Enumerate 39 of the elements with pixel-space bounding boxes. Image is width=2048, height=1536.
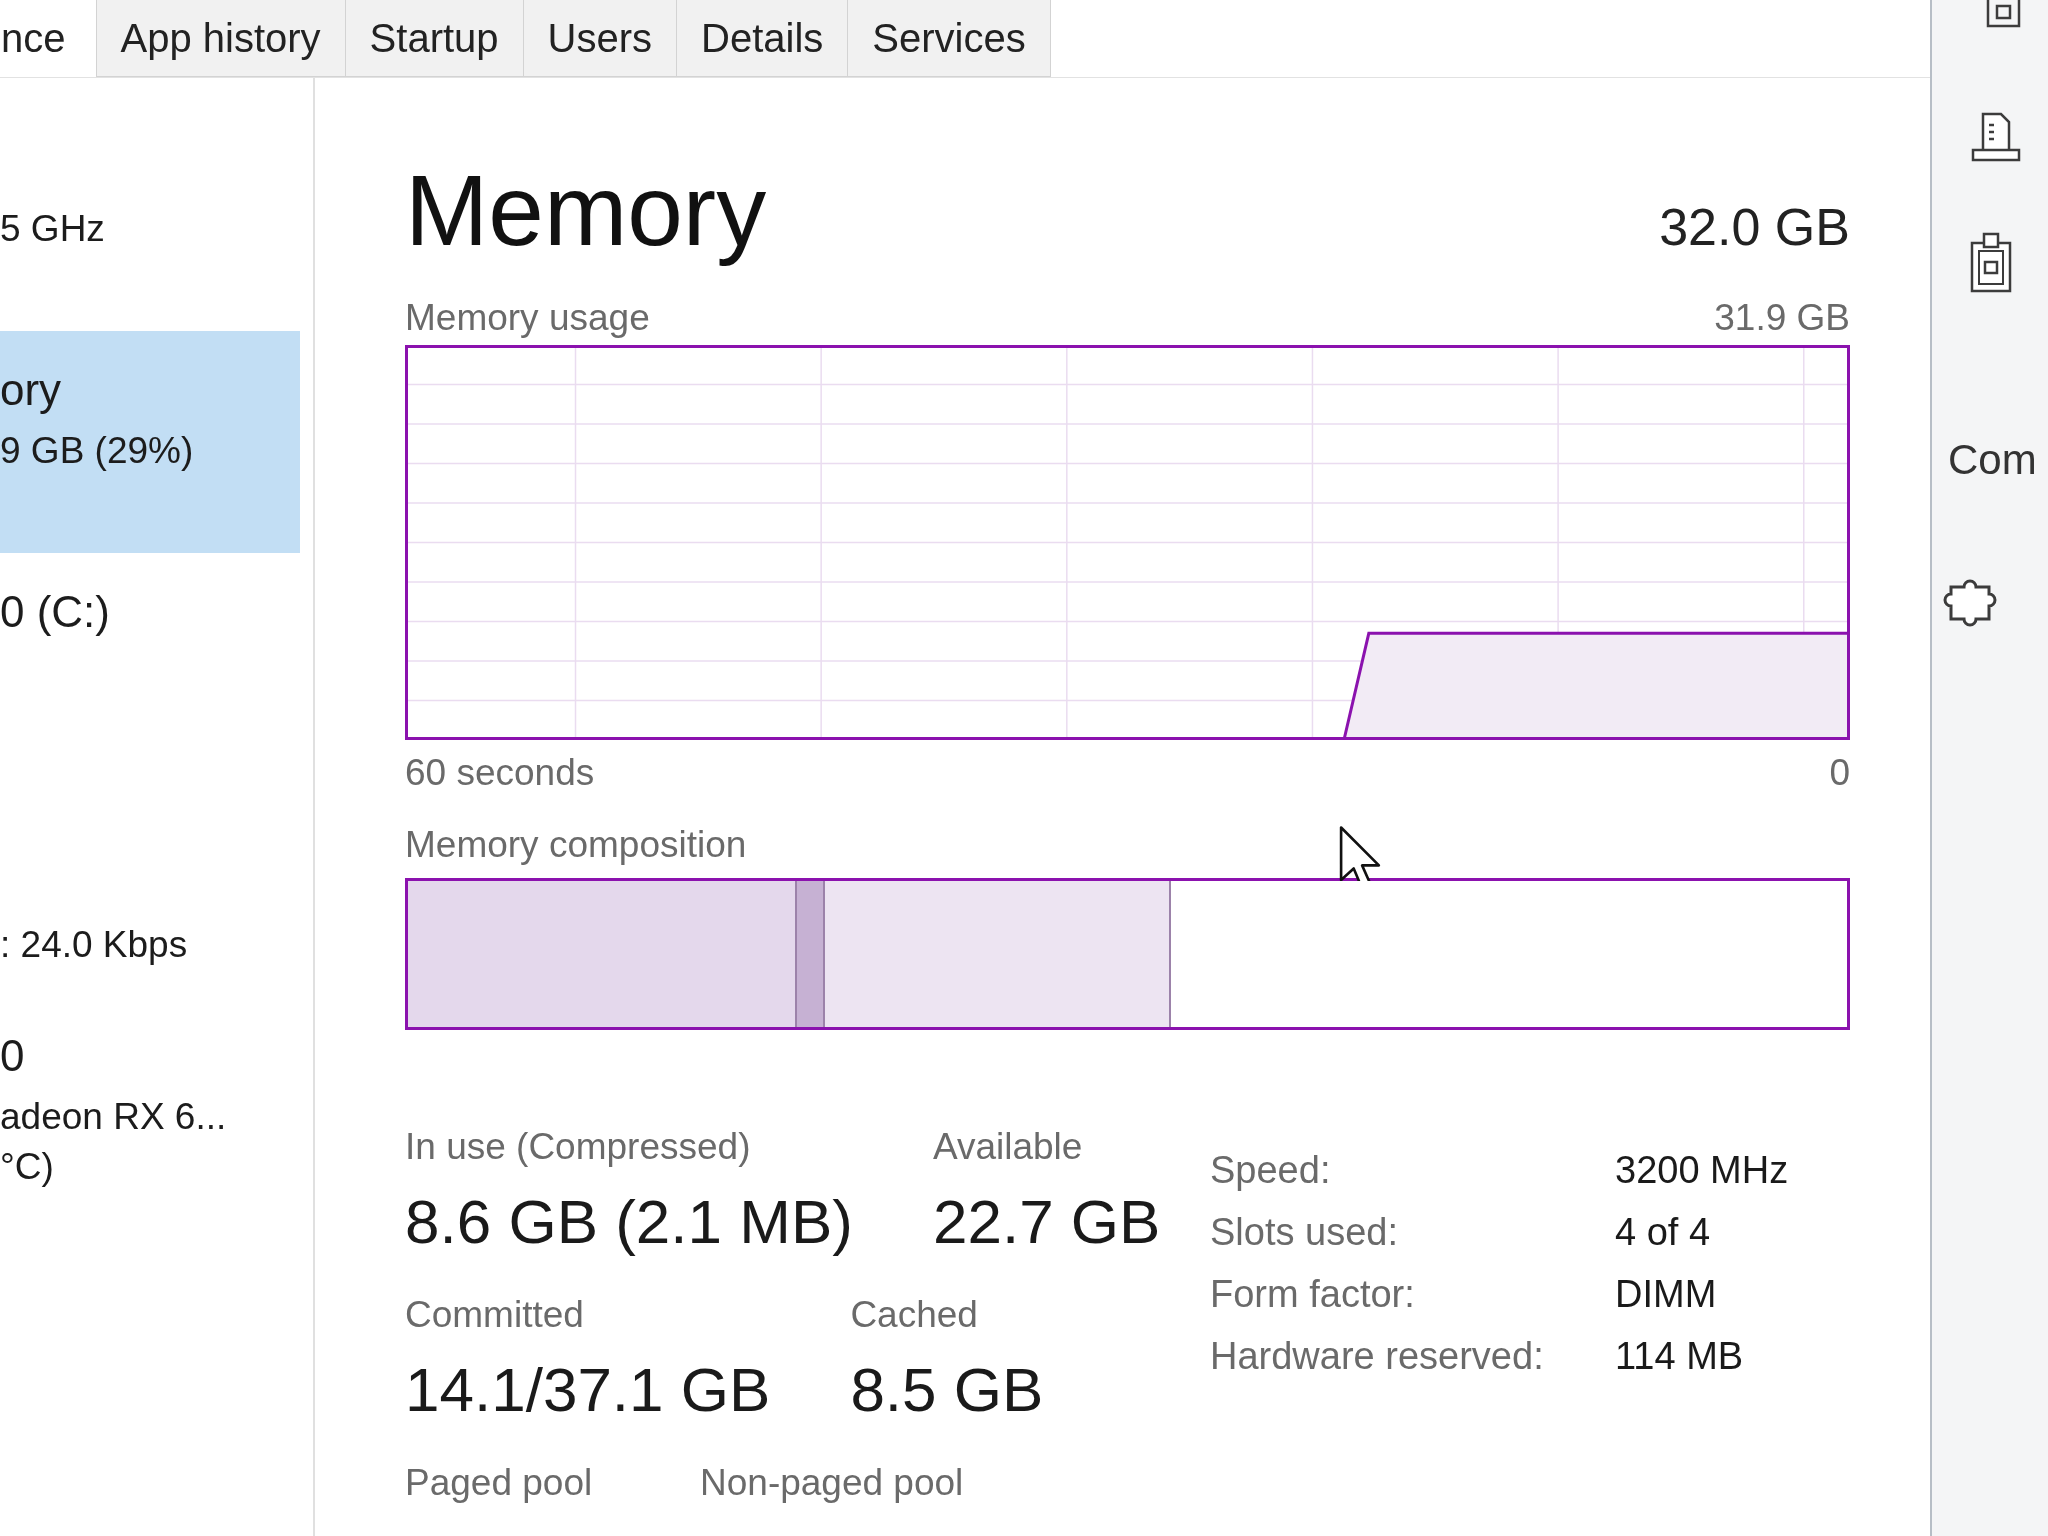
spec-value: 4 of 4 (1615, 1210, 1711, 1255)
graph-title: Memory usage (405, 296, 650, 340)
sidebar-item[interactable]: 5 GHz (0, 109, 300, 331)
stat-value: 8.6 GB (2.1 MB) (405, 1186, 853, 1258)
page-title: Memory (405, 153, 767, 268)
stat-label: Committed (405, 1293, 584, 1337)
tab[interactable]: Startup (344, 0, 524, 77)
tab[interactable]: Users (522, 0, 678, 77)
spec-label: Slots used: (1210, 1210, 1398, 1255)
panel-label: Com (1948, 435, 2037, 485)
spec-label: Form factor: (1210, 1272, 1415, 1317)
spec-label: Speed: (1210, 1148, 1331, 1193)
tab[interactable]: App history (95, 0, 346, 77)
stat-value: 14.1/37.1 GB (405, 1354, 771, 1426)
stat-label: In use (Compressed) (405, 1125, 751, 1169)
stat-label: Non-paged pool (700, 1461, 964, 1505)
time-span-label: 60 seconds (405, 751, 595, 795)
tab[interactable]: Services (847, 0, 1051, 77)
square-frame-icon[interactable] (1985, 0, 2022, 29)
spec-value: 114 MB (1615, 1334, 1744, 1379)
document-tray-icon[interactable] (1970, 111, 2022, 163)
stat-label: Cached (850, 1293, 978, 1337)
stat-value: 8.5 GB (850, 1354, 1044, 1426)
stat-label: Available (932, 1125, 1083, 1169)
sidebar-item[interactable]: : 24.0 Kbps (0, 775, 300, 997)
clipboard-icon[interactable] (1970, 232, 2012, 294)
spec-label: Hardware reserved: (1210, 1334, 1544, 1379)
scale-label: 31.9 GB (1714, 296, 1850, 340)
total-memory: 32.0 GB (1659, 197, 1850, 257)
sidebar-item[interactable]: 0 adeon RX 6... °C) (0, 997, 300, 1219)
stat-value: 22.7 GB (932, 1186, 1161, 1258)
spec-value: 3200 MHz (1615, 1148, 1789, 1193)
sidebar-item[interactable]: ory 9 GB (29%) (0, 331, 300, 553)
spec-value: DIMM (1615, 1272, 1717, 1317)
section-label: Memory composition (405, 823, 747, 867)
tab[interactable]: Details (676, 0, 849, 77)
stat-label: Paged pool (405, 1461, 593, 1505)
scale-label: 0 (1829, 751, 1850, 795)
sidebar-item[interactable]: 0 (C:) (0, 553, 300, 775)
